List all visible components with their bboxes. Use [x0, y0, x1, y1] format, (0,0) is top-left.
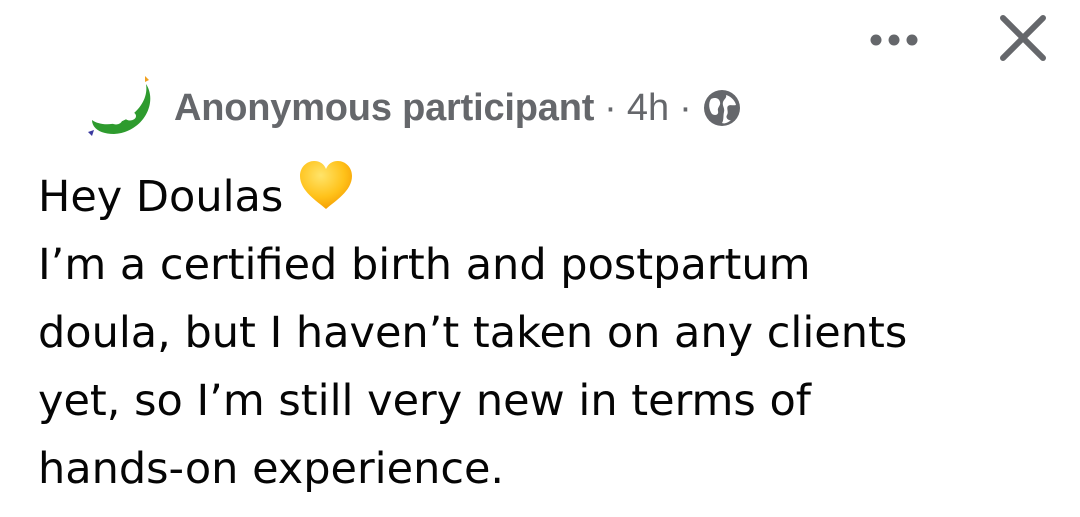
- more-options-button[interactable]: [862, 22, 926, 58]
- post-text-line: hands-on experience.: [38, 444, 505, 494]
- more-horizontal-icon: [870, 34, 918, 46]
- close-icon: [1000, 15, 1046, 61]
- post-text-line: I’m a certified birth and postpartum: [38, 240, 811, 290]
- post-text-line: yet, so I’m still very new in terms of: [38, 376, 811, 426]
- audience-button[interactable]: [702, 88, 742, 128]
- anonymous-mask-icon: [88, 76, 151, 136]
- post-header: Anonymous participant · 4h ·: [86, 76, 742, 140]
- meta-separator: ·: [679, 86, 692, 129]
- close-button[interactable]: [990, 10, 1056, 66]
- meta-separator: ·: [604, 86, 617, 129]
- post-greeting: Hey Doulas: [38, 172, 284, 222]
- globe-icon: [703, 90, 740, 126]
- anonymous-avatar[interactable]: [86, 76, 160, 140]
- post-text: Hey Doulas I’m a certified birth and pos…: [38, 160, 1058, 503]
- post-timestamp[interactable]: 4h: [627, 87, 669, 130]
- post-greeting-line: Hey Doulas: [38, 160, 1058, 231]
- yellow-heart-icon: [297, 159, 355, 231]
- post-text-line: doula, but I haven’t taken on any client…: [38, 308, 908, 358]
- author-name[interactable]: Anonymous participant: [174, 87, 594, 130]
